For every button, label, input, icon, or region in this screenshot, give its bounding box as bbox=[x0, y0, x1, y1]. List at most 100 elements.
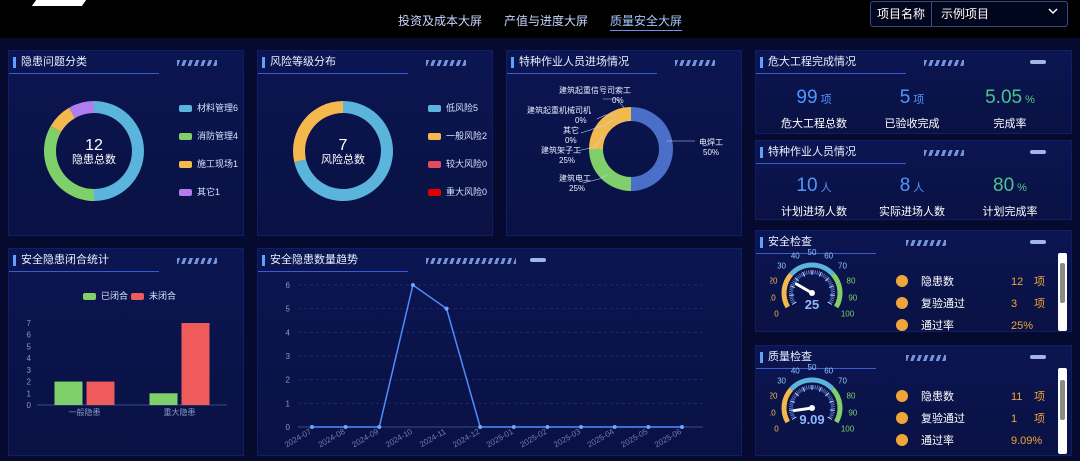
gauge-value: 9.09 bbox=[799, 412, 824, 427]
special-entry-donut: 建筑起重信号司索工 0% 建筑起重机械司机 0% 其它 0% 建筑架子工 25%… bbox=[527, 85, 723, 193]
donut-slice bbox=[293, 101, 343, 163]
x-tick-label: 一般隐患 bbox=[69, 407, 101, 417]
gauge-tick bbox=[830, 282, 833, 284]
gauge-scale-label: 60 bbox=[824, 252, 833, 261]
nav-investment-cost[interactable]: 投资及成本大屏 bbox=[398, 12, 482, 29]
project-select[interactable]: 项目名称 示例项目 bbox=[870, 1, 1068, 27]
x-tick-label: 2024-08 bbox=[317, 427, 347, 450]
panel-title: 特种作业人员情况 bbox=[756, 141, 1071, 163]
gauge-tick bbox=[791, 301, 794, 304]
gauge-scale-label: 50 bbox=[808, 364, 817, 372]
nav-quality-safety[interactable]: 质量安全大屏 bbox=[610, 12, 683, 31]
y-tick-label: 0 bbox=[286, 423, 291, 432]
data-point bbox=[377, 425, 382, 429]
gauge-tick bbox=[791, 416, 794, 419]
gauge-scale-label: 30 bbox=[777, 377, 786, 386]
x-tick-label: 2024-12 bbox=[451, 427, 481, 450]
gauge-tick bbox=[824, 274, 827, 277]
data-point bbox=[511, 425, 516, 429]
panel-major-projects: 危大工程完成情况 99 项危大工程总数 5 项已验收完成 5.05% 完成率 bbox=[755, 50, 1072, 134]
label-scaffolder-pct: 25% bbox=[559, 156, 575, 165]
nav-output-progress[interactable]: 产值与进度大屏 bbox=[504, 12, 588, 29]
gauge-tick bbox=[796, 391, 798, 393]
gauge-scale-label: 70 bbox=[838, 262, 847, 271]
gauge-scale-label: 60 bbox=[824, 367, 833, 376]
gauge-tick bbox=[790, 300, 793, 302]
donut-center-value: 7 bbox=[339, 137, 348, 154]
label-crane-driver: 建筑起重机械司机 bbox=[527, 105, 591, 115]
label-electrician-pct: 25% bbox=[569, 184, 585, 193]
y-tick-label: 4 bbox=[286, 328, 291, 337]
label-other: 其它 bbox=[563, 125, 579, 135]
legend-item: 材料管理6 bbox=[179, 101, 238, 114]
quality-row: 复验通过 1 项 bbox=[896, 412, 1066, 426]
chevron-down-icon bbox=[1048, 8, 1058, 15]
trend-line-chart: 01234562024-07 2024-08 2024-09 2024-10 2024-… bbox=[283, 281, 703, 450]
gauge-tick bbox=[797, 274, 800, 277]
title-decoration bbox=[177, 258, 217, 264]
data-point bbox=[343, 425, 348, 429]
legend-open: 未闭合 bbox=[131, 289, 176, 302]
gauge-tick bbox=[832, 413, 835, 415]
gauge-tick bbox=[791, 282, 794, 284]
x-tick-label: 2025-05 bbox=[619, 427, 649, 450]
gauge-tick bbox=[831, 398, 834, 401]
legend-item: 消防管理4 bbox=[179, 129, 238, 142]
label-welder: 电焊工 bbox=[699, 137, 723, 147]
panel-trend: 安全隐患数量趋势 0 1 2 3 4 5 6 2024-07 2024-08 2024-09 202… bbox=[257, 248, 742, 456]
x-tick-label: 2025-06 bbox=[653, 427, 683, 450]
stat-total: 99 项危大工程总数 bbox=[781, 87, 847, 130]
x-tick-label: 2025-04 bbox=[586, 427, 616, 450]
title-decoration bbox=[924, 150, 964, 156]
label-scaffolder: 建筑架子工 bbox=[541, 145, 581, 155]
y-tick-label: 5 bbox=[286, 305, 291, 314]
gauge-tick bbox=[800, 272, 803, 275]
gauge-tick bbox=[796, 276, 798, 278]
gauge-tick bbox=[792, 280, 795, 282]
gauge-scale-label: 0 bbox=[774, 310, 779, 319]
gauge-scale-label: 70 bbox=[838, 377, 847, 386]
gauge-scale-label: 80 bbox=[847, 276, 856, 285]
panel-special-entry: 特种作业人员进场情况 建筑起重信号司索工 0% 建筑起重机械司机 0% 其它 0… bbox=[506, 50, 742, 236]
bar bbox=[54, 381, 83, 405]
stat-actual: 8 人实际进场人数 bbox=[879, 175, 945, 218]
legend-item: 施工现场1 bbox=[179, 157, 238, 170]
hazard-donut: 12 隐患总数 bbox=[44, 101, 144, 201]
y-tick-label: 2 bbox=[27, 378, 32, 387]
stat-completion-rate: 5.05% 完成率 bbox=[985, 87, 1035, 130]
data-point bbox=[444, 306, 449, 311]
donut-slice bbox=[631, 107, 673, 191]
x-tick-label: 2024-11 bbox=[418, 427, 448, 449]
gauge-scale-label: 30 bbox=[777, 262, 786, 271]
scrollbar[interactable] bbox=[1058, 368, 1067, 454]
gauge-tick bbox=[829, 395, 832, 397]
gauge-scale-label: 80 bbox=[847, 391, 856, 400]
x-tick-label: 2025-02 bbox=[519, 427, 549, 450]
gauge-tick bbox=[790, 283, 793, 286]
stat-accepted: 5 项已验收完成 bbox=[884, 87, 940, 130]
label-other-pct: 0% bbox=[565, 136, 577, 145]
gauge-tick bbox=[790, 415, 793, 417]
gauge-tick bbox=[818, 271, 820, 274]
gauge-tick bbox=[832, 298, 835, 300]
data-point bbox=[410, 283, 415, 287]
gauge-band-high bbox=[830, 387, 843, 424]
label-welder-pct: 50% bbox=[703, 148, 719, 157]
gauge-tick bbox=[804, 271, 806, 274]
gauge-scale-label: 40 bbox=[791, 252, 800, 261]
label-electrician: 建筑电工 bbox=[559, 173, 591, 183]
y-tick-label: 3 bbox=[286, 352, 291, 361]
gauge-tick bbox=[824, 389, 827, 392]
gauge-tick bbox=[828, 393, 831, 396]
y-tick-label: 6 bbox=[286, 281, 291, 290]
x-tick-label: 2024-10 bbox=[384, 427, 414, 450]
panel-safety-check: 安全检查 010203040506070809010025 隐患数12项 复验通… bbox=[755, 230, 1072, 332]
quality-row: 隐患数 11 项 bbox=[896, 390, 1066, 404]
legend-item: 一般风险2 bbox=[428, 129, 487, 142]
donut-slice bbox=[589, 149, 631, 191]
y-tick-label: 1 bbox=[286, 399, 291, 408]
gauge-scale-label: 40 bbox=[791, 367, 800, 376]
gauge-scale-label: 20 bbox=[770, 391, 778, 400]
scrollbar[interactable] bbox=[1058, 253, 1067, 331]
panel-closure: 安全隐患闭合统计 已闭合 未闭合 0 1 2 3 4 5 6 7 一般隐患 重大隐患 bbox=[8, 248, 244, 456]
